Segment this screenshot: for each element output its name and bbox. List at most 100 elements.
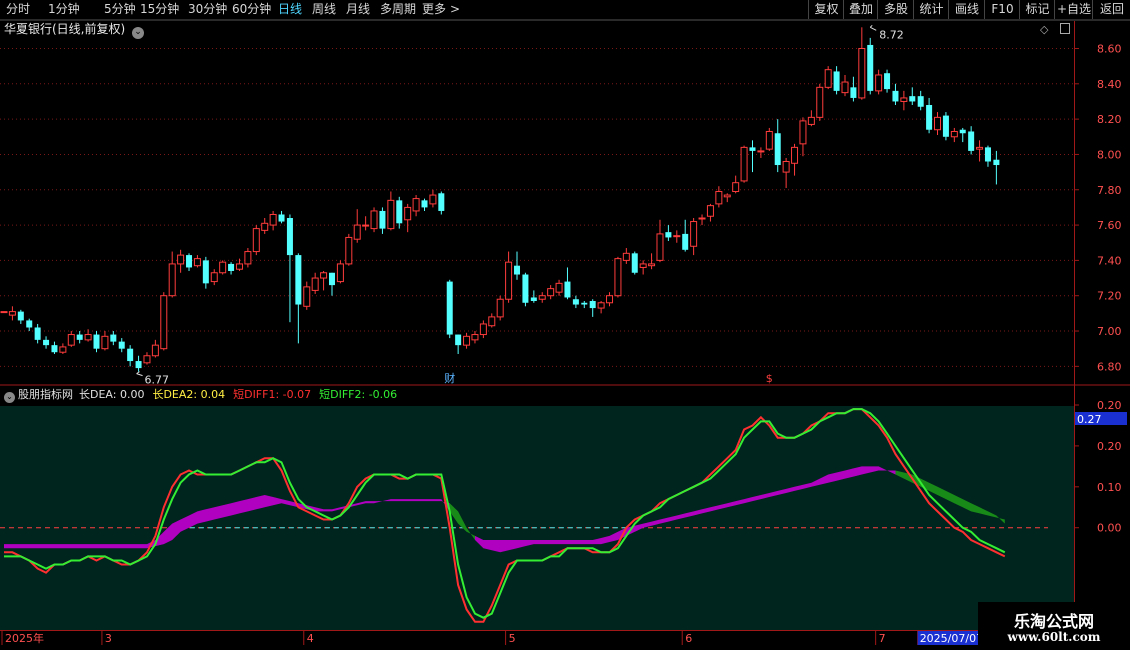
candle-body-83[interactable] [698,217,706,220]
candle-body-20[interactable] [168,263,176,297]
candle-body-12[interactable] [101,335,109,350]
candle-body-84[interactable] [706,205,714,217]
candle-body-112[interactable] [942,115,949,137]
candle-body-108[interactable] [909,96,916,102]
candle-body-87[interactable] [732,182,740,193]
candle-body-82[interactable] [690,221,698,247]
candle-body-54[interactable] [455,334,462,346]
candle-body-61[interactable] [514,265,521,275]
period-tab-8[interactable]: 月线 [346,2,370,17]
candle-body-88[interactable] [740,146,748,182]
event-marker-0[interactable]: 财 [444,371,455,385]
candle-body-74[interactable] [622,252,630,261]
candle-body-38[interactable] [320,272,328,279]
candle-body-98[interactable] [824,69,832,88]
candle-body-10[interactable] [84,334,92,341]
candle-body-91[interactable] [765,130,773,150]
period-tab-3[interactable]: 15分钟 [140,2,179,17]
candle-body-95[interactable] [799,120,807,145]
candle-body-115[interactable] [968,131,975,151]
toolbar-button-4[interactable]: 画线 [948,0,985,19]
candle-body-37[interactable] [311,277,319,291]
candle-body-86[interactable] [723,194,731,198]
candle-body-63[interactable] [530,297,537,302]
candle-body-43[interactable] [362,224,370,227]
candle-body-106[interactable] [892,90,899,102]
candle-body-56[interactable] [471,334,479,341]
candle-body-99[interactable] [833,71,840,91]
candle-body-53[interactable] [446,281,453,335]
period-tab-2[interactable]: 5分钟 [104,2,136,17]
candle-body-42[interactable] [353,224,361,240]
panel-close-icon[interactable] [1060,23,1070,34]
candle-body-76[interactable] [639,263,647,268]
candle-body-89[interactable] [749,147,756,151]
candle-body-78[interactable] [656,233,664,261]
candle-body-62[interactable] [522,274,529,303]
candle-body-80[interactable] [673,235,681,238]
candle-body-41[interactable] [345,236,353,265]
candle-body-30[interactable] [252,228,260,253]
candle-body-72[interactable] [606,295,614,304]
candle-body-105[interactable] [884,73,891,90]
candle-body-111[interactable] [934,116,942,131]
candle-body-27[interactable] [228,263,235,271]
candle-body-96[interactable] [807,116,815,125]
candle-body-32[interactable] [269,213,277,226]
candle-body-55[interactable] [463,335,471,346]
stock-chart[interactable]: 6.80 7.00 7.20 7.40 7.60 7.80 8.00 8.20 8.40 8.60… [0,0,1130,650]
candle-body-59[interactable] [496,298,504,318]
candle-body-92[interactable] [774,133,781,166]
candle-body-22[interactable] [186,255,193,268]
candle-body-13[interactable] [110,334,117,342]
candle-body-107[interactable] [900,97,908,102]
candle-body-100[interactable] [841,81,849,94]
candle-body-52[interactable] [438,193,445,211]
candle-body-46[interactable] [387,199,395,230]
candle-body-44[interactable] [370,210,378,230]
candle-body-60[interactable] [505,261,513,300]
candle-body-69[interactable] [581,302,588,305]
candle-body-77[interactable] [648,263,656,267]
candle-body-68[interactable] [572,299,579,305]
candle-body-48[interactable] [404,206,412,221]
candle-body-36[interactable] [303,286,311,307]
period-tab-10[interactable]: 更多 [422,2,446,17]
candle-body-0[interactable] [0,311,8,314]
candle-body-67[interactable] [564,281,571,298]
candle-body-45[interactable] [379,210,386,229]
candle-body-47[interactable] [396,200,403,224]
candle-body-2[interactable] [17,311,24,321]
toolbar-button-7[interactable]: +自选 [1054,0,1093,19]
candle-body-114[interactable] [959,129,966,134]
candle-body-58[interactable] [488,316,496,327]
candle-body-57[interactable] [479,323,487,336]
candle-body-21[interactable] [177,254,185,265]
candle-body-4[interactable] [34,327,41,340]
toolbar-button-2[interactable]: 多股 [877,0,914,19]
candle-body-17[interactable] [143,355,151,364]
candle-body-3[interactable] [26,320,33,328]
candle-body-104[interactable] [875,74,883,92]
candle-body-18[interactable] [151,344,159,357]
candle-body-6[interactable] [51,345,58,353]
candle-body-103[interactable] [867,44,874,91]
candle-body-94[interactable] [791,146,799,164]
period-tab-1[interactable]: 1分钟 [48,2,80,17]
candle-body-85[interactable] [715,191,723,205]
candle-body-101[interactable] [850,87,857,98]
candle-body-34[interactable] [286,218,293,256]
candle-body-14[interactable] [118,341,125,349]
candle-body-116[interactable] [976,146,984,150]
candle-body-16[interactable] [135,361,142,369]
candle-body-9[interactable] [76,334,83,340]
candle-body-70[interactable] [589,301,596,309]
candle-body-26[interactable] [219,261,227,274]
candle-body-5[interactable] [43,339,50,346]
toolbar-button-5[interactable]: F10 [984,0,1020,19]
candle-body-25[interactable] [210,272,218,283]
candle-body-113[interactable] [950,130,958,138]
candle-body-11[interactable] [93,334,100,349]
candle-body-81[interactable] [682,233,689,250]
candle-body-31[interactable] [261,222,269,231]
